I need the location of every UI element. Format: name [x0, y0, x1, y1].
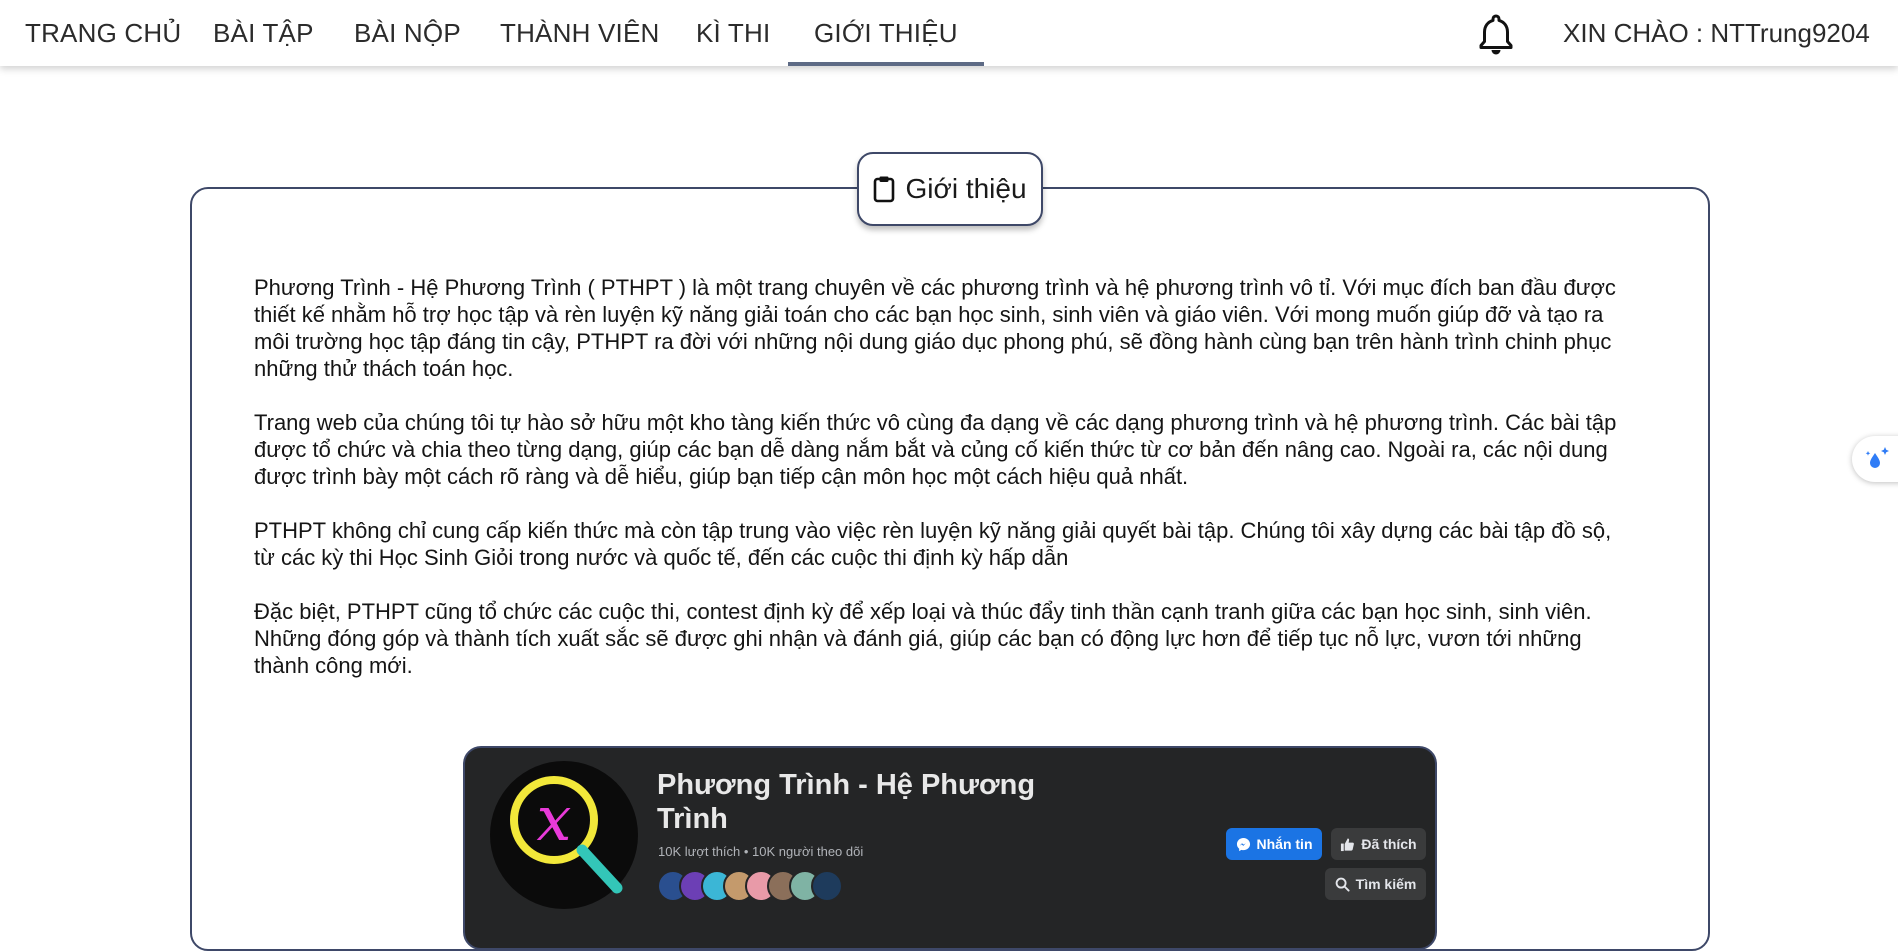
- message-button[interactable]: Nhắn tin: [1226, 828, 1322, 860]
- facebook-page-embed: x Phương Trình - Hệ Phương Trình 10K lượ…: [463, 746, 1437, 950]
- friend-avatar: [811, 870, 843, 902]
- page-stats: 10K lượt thích • 10K người theo dõi: [658, 844, 864, 859]
- page-logo[interactable]: x: [489, 760, 639, 910]
- messenger-icon: [1236, 837, 1250, 851]
- about-paragraph-4: Đặc biệt, PTHPT cũng tổ chức các cuộc th…: [254, 599, 1592, 678]
- nav-members[interactable]: THÀNH VIÊN: [500, 0, 659, 66]
- logo-letter: x: [537, 782, 572, 855]
- nav-about[interactable]: GIỚI THIỆU: [788, 0, 984, 66]
- liked-button[interactable]: Đã thích: [1331, 828, 1426, 860]
- search-icon: [1335, 877, 1350, 892]
- top-navbar: TRANG CHỦ BÀI TẬP BÀI NỘP THÀNH VIÊN KÌ …: [0, 0, 1898, 66]
- nav-contests[interactable]: KÌ THI: [696, 0, 770, 66]
- message-label: Nhắn tin: [1256, 836, 1313, 852]
- about-content: Phương Trình - Hệ Phương Trình ( PTHPT )…: [254, 274, 1636, 706]
- search-button[interactable]: Tìm kiếm: [1325, 868, 1426, 900]
- search-label: Tìm kiếm: [1355, 876, 1417, 892]
- sparkle-drop-icon: [1865, 447, 1889, 468]
- about-paragraph-2: Trang web của chúng tôi tự hào sở hữu mộ…: [254, 410, 1617, 489]
- about-paragraph-3: PTHPT không chỉ cung cấp kiến thức mà cò…: [254, 518, 1612, 570]
- user-greeting[interactable]: XIN CHÀO : NTTrung9204: [1563, 0, 1870, 66]
- floating-assistant-button[interactable]: [1852, 436, 1898, 482]
- about-title: Giới thiệu: [905, 173, 1027, 204]
- liked-label: Đã thích: [1361, 836, 1417, 852]
- bell-icon[interactable]: [1476, 12, 1516, 56]
- nav-exercises[interactable]: BÀI TẬP: [213, 0, 314, 66]
- thumbs-up-icon: [1341, 837, 1355, 851]
- clipboard-icon: [873, 175, 895, 203]
- about-paragraph-1: Phương Trình - Hệ Phương Trình ( PTHPT )…: [254, 275, 1616, 381]
- nav-home[interactable]: TRANG CHỦ: [25, 0, 181, 66]
- friend-avatars: [657, 870, 877, 902]
- nav-submissions[interactable]: BÀI NỘP: [354, 0, 461, 66]
- about-title-badge: Giới thiệu: [857, 152, 1043, 226]
- page-name[interactable]: Phương Trình - Hệ Phương Trình: [657, 768, 1037, 836]
